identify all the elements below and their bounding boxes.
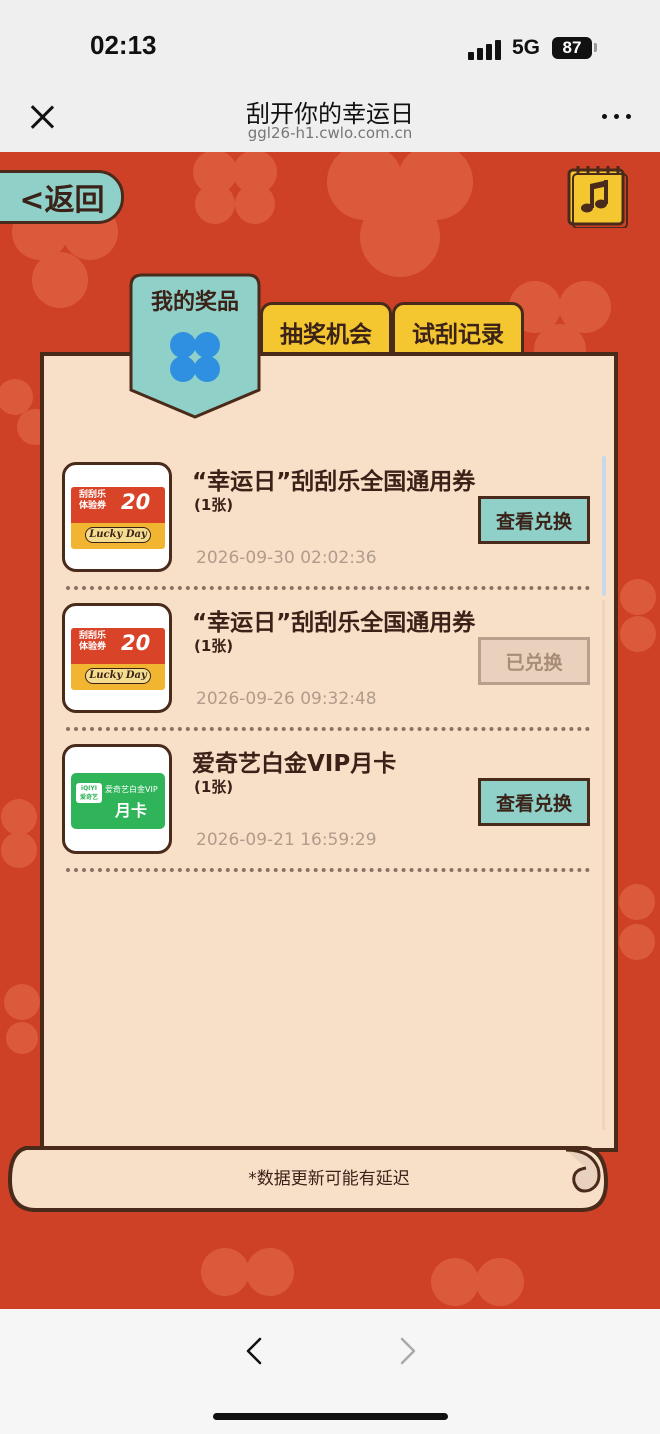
music-icon[interactable] [566, 162, 628, 228]
coupon-image: 刮刮乐 体验券 20 Lucky Day [71, 487, 165, 549]
status-bar: 02:13 5G 87 [0, 0, 660, 96]
prize-date: 2026-09-30 02:02:36 [196, 548, 377, 568]
page-url: ggl26-h1.cwlo.com.cn [247, 124, 413, 142]
divider [66, 586, 590, 590]
prize-date: 2026-09-26 09:32:48 [196, 689, 377, 709]
clover-icon [327, 152, 473, 277]
battery-tip [594, 43, 597, 52]
clover-icon [431, 1258, 524, 1306]
clover-icon [619, 884, 655, 960]
prize-count: (1张) [194, 496, 234, 514]
clover-icon [170, 332, 220, 382]
signal-icon [468, 38, 502, 60]
status-time: 02:13 [90, 30, 157, 60]
battery-icon: 87 [552, 37, 592, 59]
more-icon[interactable] [602, 114, 632, 122]
tab-my-prizes-label: 我的奖品 [150, 290, 239, 315]
network-label: 5G [512, 36, 541, 59]
clover-icon [201, 1248, 294, 1296]
tab-draw-chances[interactable]: 抽奖机会 [260, 302, 392, 358]
prize-date: 2026-09-21 16:59:29 [196, 830, 377, 850]
browser-nav-bar: 刮开你的幸运日 ggl26-h1.cwlo.com.cn [0, 84, 660, 152]
divider [66, 727, 590, 731]
prize-item: 刮刮乐 体验券 20 Lucky Day “幸运日”刮刮乐全国通用券 (1张) 2… [62, 603, 592, 744]
view-redeem-button[interactable]: 查看兑换 [478, 778, 590, 826]
scroll-track [602, 600, 605, 1130]
data-delay-note: *数据更新可能有延迟 [248, 1169, 410, 1189]
chevron-left-icon[interactable] [236, 1331, 276, 1371]
view-redeem-button[interactable]: 查看兑换 [478, 496, 590, 544]
chevron-right-icon[interactable] [386, 1331, 426, 1371]
redeemed-button[interactable]: 已兑换 [478, 637, 590, 685]
coupon-image: 刮刮乐 体验券 20 Lucky Day [71, 628, 165, 690]
prize-thumbnail: 刮刮乐 体验券 20 Lucky Day [62, 462, 172, 572]
prize-title: “幸运日”刮刮乐全国通用券 [192, 610, 476, 636]
home-indicator[interactable] [213, 1413, 448, 1420]
prize-item: 刮刮乐 体验券 20 Lucky Day “幸运日”刮刮乐全国通用券 (1张) 2… [62, 462, 592, 603]
web-content: <返回 抽奖机会 试刮记录 我的奖品 刮刮乐 体验券 20 Lucky Day … [0, 152, 660, 1309]
vip-card-image: iQIYI 爱奇艺 爱奇艺白金VIP 月卡 [71, 773, 165, 829]
prize-title: 爱奇艺白金VIP月卡 [192, 751, 397, 777]
prize-thumbnail: 刮刮乐 体验券 20 Lucky Day [62, 603, 172, 713]
prize-thumbnail: iQIYI 爱奇艺 爱奇艺白金VIP 月卡 [62, 744, 172, 854]
back-button[interactable]: <返回 [0, 170, 124, 224]
divider [66, 868, 590, 872]
tab-my-prizes[interactable]: 我的奖品 [128, 272, 262, 420]
clover-icon [193, 152, 277, 224]
prize-count: (1张) [194, 778, 234, 796]
scrollbar[interactable] [602, 456, 606, 596]
prize-item: iQIYI 爱奇艺 爱奇艺白金VIP 月卡 爱奇艺白金VIP月卡 (1张) 20… [62, 744, 592, 885]
tab-trial-records[interactable]: 试刮记录 [392, 302, 524, 358]
prize-count: (1张) [194, 637, 234, 655]
prize-title: “幸运日”刮刮乐全国通用券 [192, 469, 476, 495]
